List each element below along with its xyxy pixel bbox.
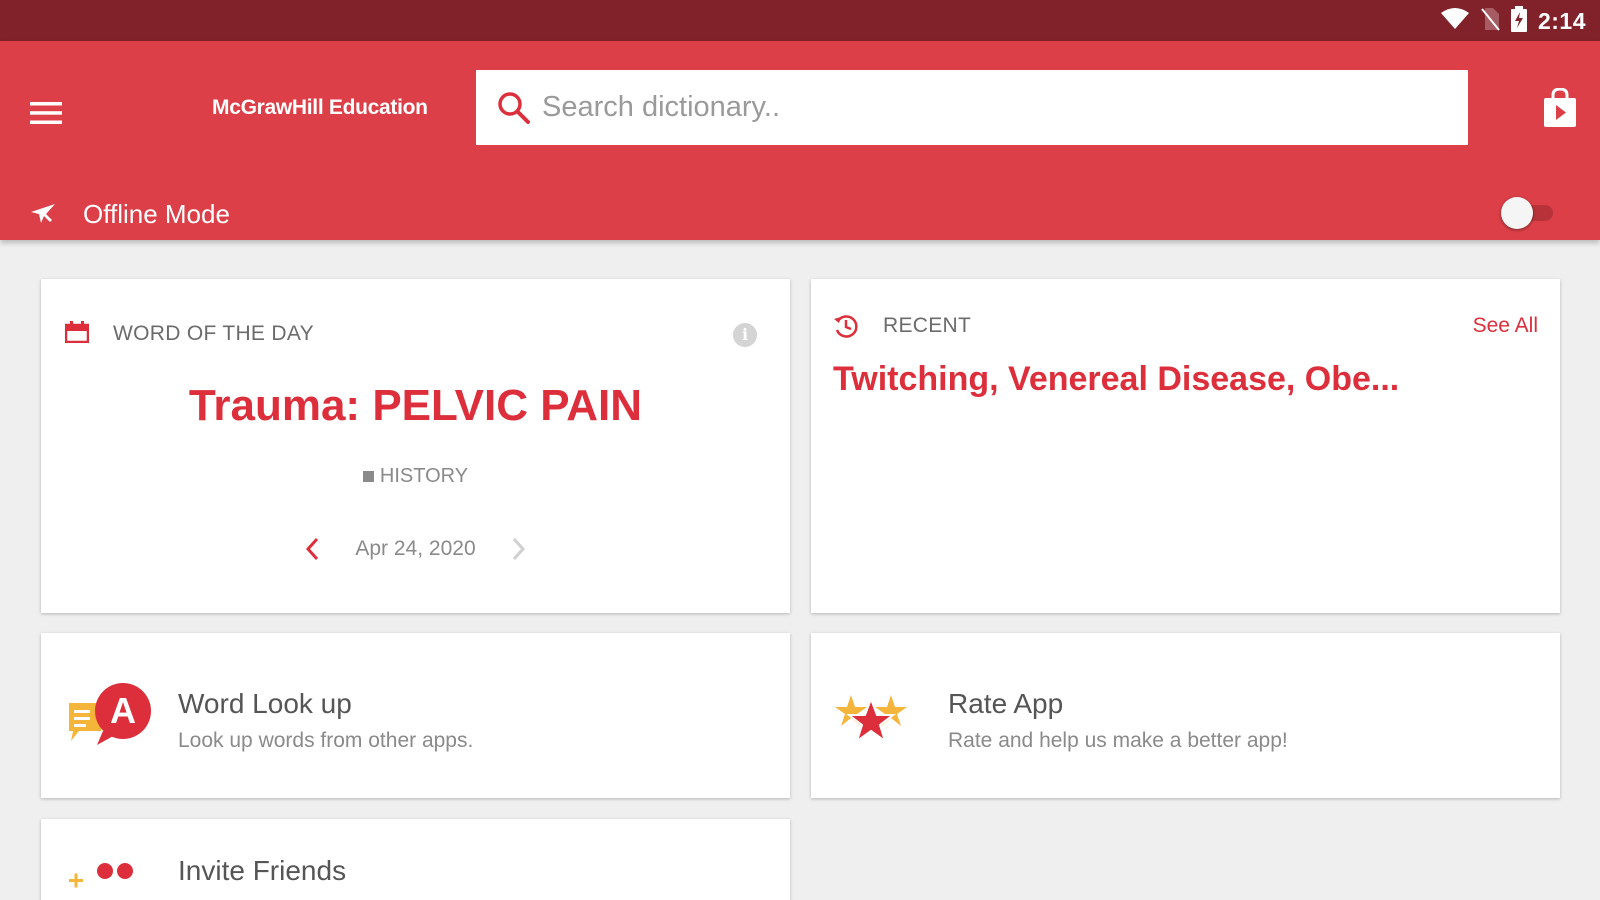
offline-mode-label: Offline Mode: [83, 199, 230, 229]
calendar-icon: [65, 321, 89, 343]
invite-friends-title: Invite Friends: [178, 855, 347, 886]
stars-icon: [835, 695, 907, 744]
search-bar[interactable]: [476, 70, 1468, 145]
chevron-right-icon: [512, 537, 525, 561]
word-category-tag: HISTORY: [41, 465, 790, 488]
recent-card[interactable]: RECENT See All Twitching, Venereal Disea…: [811, 279, 1560, 613]
speech-bubble-letter-icon: A: [69, 683, 151, 745]
menu-button[interactable]: [26, 93, 66, 133]
wifi-icon: [1440, 7, 1470, 36]
category-square-icon: [362, 471, 374, 482]
status-bar: 2:14: [0, 0, 1600, 41]
svg-text:A: A: [110, 690, 136, 731]
recent-heading: RECENT: [883, 314, 972, 337]
menu-icon: [30, 102, 62, 124]
status-icons: 2:14: [1440, 5, 1586, 37]
rate-app-title: Rate App: [948, 688, 1064, 719]
no-sim-icon: [1480, 7, 1500, 36]
battery-charging-icon: [1510, 5, 1528, 37]
info-icon[interactable]: i: [733, 323, 757, 347]
app-bar: McGrawHill Education Offline Mode: [0, 41, 1600, 240]
search-input[interactable]: [542, 91, 1422, 124]
word-lookup-title: Word Look up: [178, 688, 352, 719]
status-time: 2:14: [1537, 7, 1586, 34]
history-icon: [834, 315, 858, 338]
offline-mode-row: Offline Mode: [0, 188, 1600, 238]
search-icon[interactable]: [496, 90, 532, 126]
airplane-icon: [31, 204, 55, 223]
rate-app-subtitle: Rate and help us make a better app!: [948, 729, 1288, 752]
next-day-button[interactable]: [502, 533, 534, 565]
rate-app-tile[interactable]: Rate App Rate and help us make a better …: [811, 633, 1560, 798]
date-navigator: Apr 24, 2020: [41, 533, 790, 565]
brand-logo: McGrawHill Education: [212, 96, 428, 119]
toggle-thumb: [1501, 197, 1533, 229]
word-category-label: HISTORY: [379, 465, 469, 487]
previous-day-button[interactable]: [297, 533, 329, 565]
word-of-the-day-term[interactable]: Trauma: PELVIC PAIN: [41, 381, 790, 431]
word-lookup-tile[interactable]: A Word Look up Look up words from other …: [41, 633, 790, 798]
word-date: Apr 24, 2020: [355, 537, 476, 560]
see-all-link[interactable]: See All: [1473, 314, 1538, 338]
invite-friends-tile[interactable]: Invite Friends: [41, 819, 790, 900]
word-of-the-day-card[interactable]: WORD OF THE DAY i Trauma: PELVIC PAIN HI…: [41, 279, 790, 613]
word-lookup-subtitle: Look up words from other apps.: [178, 729, 474, 752]
shopping-bag-icon: [1544, 88, 1576, 127]
recent-words[interactable]: Twitching, Venereal Disease, Obe...: [833, 360, 1399, 399]
offline-mode-toggle[interactable]: [1501, 196, 1556, 230]
store-button[interactable]: [1538, 85, 1582, 131]
add-friends-icon: [69, 863, 133, 888]
word-of-the-day-heading: WORD OF THE DAY: [113, 322, 314, 345]
chevron-left-icon: [306, 537, 319, 561]
